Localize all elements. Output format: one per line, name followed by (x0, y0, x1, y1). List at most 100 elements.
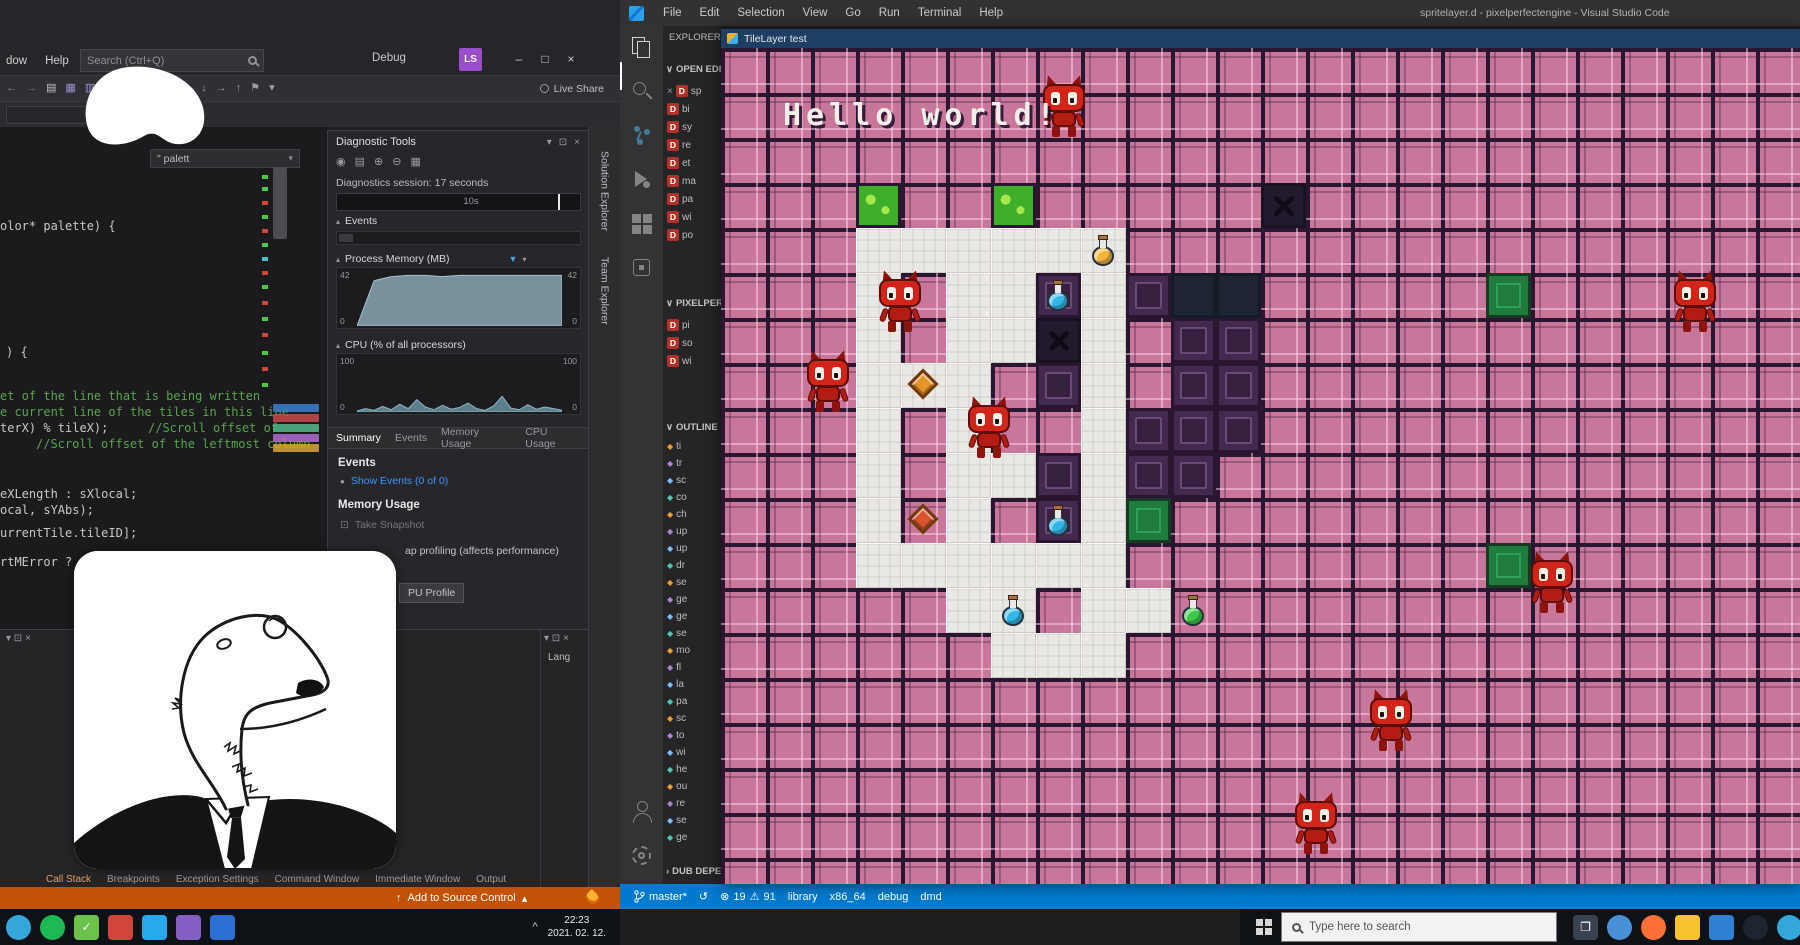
vscode-icon[interactable] (142, 915, 167, 940)
flame-icon[interactable] (584, 889, 601, 906)
menu-item-terminal[interactable]: Terminal (909, 7, 970, 19)
outline-item[interactable]: ◆ge (665, 591, 721, 608)
search-icon[interactable] (629, 79, 655, 105)
outline-item[interactable]: ◆ti (665, 438, 721, 455)
obs-icon[interactable] (1743, 915, 1768, 940)
visual-studio-icon[interactable] (176, 915, 201, 940)
workspace-section[interactable]: ∨ PIXELPERFECTENGINE (666, 298, 721, 309)
menu-item-go[interactable]: Go (836, 7, 869, 19)
new-file-icon[interactable]: ▤ (46, 83, 56, 94)
nav-forward-icon[interactable]: → (26, 83, 37, 94)
antivirus-icon[interactable]: ✓ (74, 915, 99, 940)
open-editor-item[interactable]: Dre (665, 136, 721, 154)
outline-item[interactable]: ◆ch (665, 506, 721, 523)
workspace-file-item[interactable]: Dso (665, 334, 721, 352)
open-editor-item[interactable]: Det (665, 154, 721, 172)
panel-tab-exception-settings[interactable]: Exception Settings (176, 874, 259, 885)
menu-item-help[interactable]: Help (970, 7, 1012, 19)
step-out-icon[interactable]: ↑ (236, 83, 242, 94)
outline-item[interactable]: ◆he (665, 761, 721, 778)
events-filter-icon[interactable] (339, 234, 353, 242)
photos-icon[interactable] (1709, 915, 1734, 940)
more-icon[interactable]: ▾ (269, 83, 275, 94)
outline-section[interactable]: ∨ OUTLINE (666, 422, 718, 433)
minimize-button[interactable]: – (506, 46, 532, 72)
outline-item[interactable]: ◆se (665, 574, 721, 591)
diagnostics-timeline[interactable]: 10s (336, 193, 581, 211)
float-icon[interactable]: ⊡ (559, 137, 567, 148)
add-to-source-control-button[interactable]: ↑ Add to Source Control ▴ (396, 892, 527, 905)
task-view-icon[interactable]: ❐ (1573, 915, 1598, 940)
outline-item[interactable]: ◆wi (665, 744, 721, 761)
workspace-file-item[interactable]: Dpi (665, 316, 721, 334)
lang-column-header[interactable]: Lang (548, 652, 570, 663)
outline-item[interactable]: ◆ge (665, 608, 721, 625)
open-editor-item[interactable]: Dpo (665, 226, 721, 244)
panel-icons-left[interactable]: ▾ ⊡ × (6, 633, 31, 644)
chevron-down-icon[interactable]: ▾ (522, 255, 526, 264)
taskbar-clock[interactable]: 22:23 2021. 02. 12. (548, 914, 606, 940)
account-icon[interactable] (629, 799, 655, 825)
explorer-icon[interactable] (629, 35, 655, 61)
outline-item[interactable]: ◆dr (665, 557, 721, 574)
zoom-in-icon[interactable]: ⊕ (374, 155, 383, 168)
diag-tab-memory-usage[interactable]: Memory Usage (441, 426, 511, 450)
nav-back-icon[interactable]: ← (6, 83, 17, 94)
menu-item-selection[interactable]: Selection (728, 7, 793, 19)
scrollbar-thumb[interactable] (273, 167, 287, 239)
menu-item-help[interactable]: Help (45, 55, 69, 67)
open-editor-item[interactable]: Dma (665, 172, 721, 190)
cpu-profile-button[interactable]: PU Profile (399, 583, 464, 603)
close-icon[interactable]: × (574, 137, 580, 148)
events-section-header[interactable]: ▴ Events (336, 215, 377, 227)
edge-icon[interactable] (1777, 915, 1800, 940)
vertical-tab-solution-explorer[interactable]: Solution Explorer (599, 151, 611, 231)
outline-item[interactable]: ◆se (665, 812, 721, 829)
outline-item[interactable]: ◆ge (665, 829, 721, 846)
outline-item[interactable]: ◆up (665, 540, 721, 557)
status-item-library[interactable]: library (788, 891, 818, 903)
outline-item[interactable]: ◆re (665, 795, 721, 812)
record-icon[interactable]: ◉ (336, 155, 346, 168)
display-capture-icon[interactable] (210, 915, 235, 940)
live-share-button[interactable]: Live Share (540, 83, 614, 95)
panel-tab-output[interactable]: Output (476, 874, 506, 885)
app-red-icon[interactable] (108, 915, 133, 940)
open-editors-section[interactable]: ∨ OPEN EDITORS (666, 64, 721, 75)
take-snapshot-button[interactable]: ⊡ Take Snapshot (340, 519, 424, 531)
status-item-dmd[interactable]: dmd (920, 891, 941, 903)
outline-item[interactable]: ◆ou (665, 778, 721, 795)
file-explorer-icon[interactable] (1675, 915, 1700, 940)
maximize-button[interactable]: □ (532, 46, 558, 72)
panel-tab-call-stack[interactable]: Call Stack (46, 874, 91, 885)
panel-tab-breakpoints[interactable]: Breakpoints (107, 874, 160, 885)
save-icon[interactable]: ▦ (65, 83, 75, 94)
export-icon[interactable]: ▤ (355, 155, 365, 168)
editor-minimap[interactable] (262, 167, 322, 467)
cpu-section-header[interactable]: ▴ CPU (% of all processors) (336, 339, 466, 351)
close-icon[interactable]: × (667, 86, 673, 97)
workspace-file-item[interactable]: Dwi (665, 352, 721, 370)
filter-icon[interactable]: ▼ (508, 254, 517, 264)
vertical-tab-team-explorer[interactable]: Team Explorer (599, 257, 611, 325)
menu-item-dow[interactable]: dow (6, 55, 27, 67)
panel-icons-right[interactable]: ▾ ⊡ × (544, 633, 569, 644)
open-editor-item[interactable]: Dpa (665, 190, 721, 208)
tray-chevron-icon[interactable]: ^ (532, 921, 537, 933)
start-button-icon[interactable] (1256, 919, 1263, 926)
settings-icon[interactable] (629, 843, 655, 869)
outline-item[interactable]: ◆la (665, 676, 721, 693)
menu-item-edit[interactable]: Edit (691, 7, 729, 19)
chrome-icon[interactable] (1607, 915, 1632, 940)
diag-tab-events[interactable]: Events (395, 432, 427, 444)
git-branch-indicator[interactable]: master* (634, 890, 687, 903)
diag-tab-cpu-usage[interactable]: CPU Usage (525, 426, 580, 450)
outline-item[interactable]: ◆tr (665, 455, 721, 472)
edge-icon[interactable] (6, 915, 31, 940)
run-debug-icon[interactable] (629, 167, 655, 193)
firefox-icon[interactable] (1641, 915, 1666, 940)
open-editor-item[interactable]: Dsy (665, 118, 721, 136)
open-editor-item[interactable]: Dwi (665, 208, 721, 226)
outline-item[interactable]: ◆to (665, 727, 721, 744)
account-avatar[interactable]: LS (459, 48, 482, 71)
